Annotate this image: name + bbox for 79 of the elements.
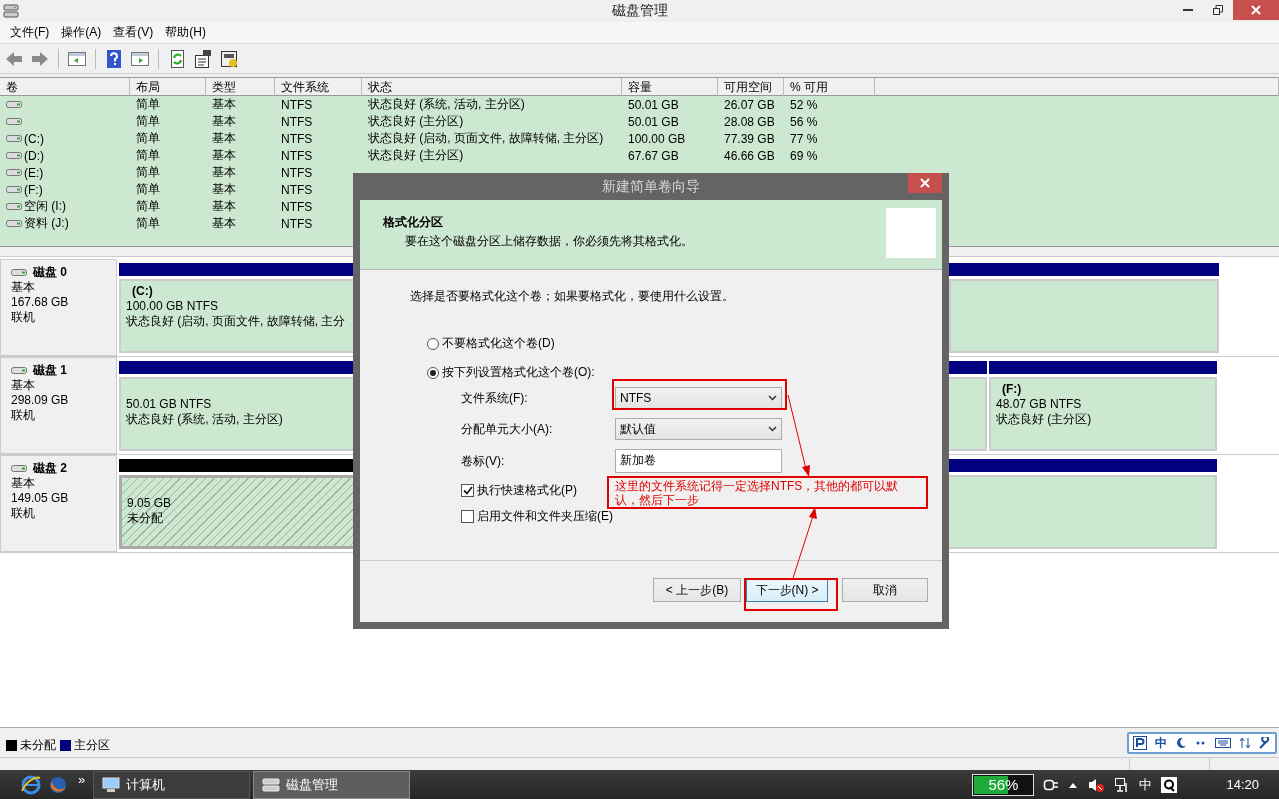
disk-size: 149.05 GB <box>11 491 70 506</box>
table-cell-text: 简单 <box>135 215 161 232</box>
table-cell-text: 69 % <box>789 148 819 163</box>
partition-label: (C:) <box>131 284 153 299</box>
table-cell-text: NTFS <box>280 97 314 112</box>
table-cell-text: 状态良好 (主分区) <box>367 147 465 164</box>
annotation-note: 这里的文件系统记得一定选择NTFS，其他的都可以默认，然后下一步 <box>607 476 928 509</box>
table-cell-text: 简单 <box>135 147 161 164</box>
volume-name: (F:) <box>24 182 43 197</box>
table-cell-text: 28.08 GB <box>723 114 776 129</box>
field-label: 文件系统(F): <box>461 389 529 407</box>
table-cell-text: 56 % <box>789 114 819 129</box>
legend-label: 未分配 <box>20 737 56 754</box>
disk-name: 磁盘 2 <box>33 461 67 476</box>
table-cell-text: NTFS <box>280 165 314 180</box>
table-cell-text: 基本 <box>211 215 237 232</box>
table-cell-text: 基本 <box>211 164 237 181</box>
dialog-heading: 格式化分区 <box>383 214 444 231</box>
partition-status: 未分配 <box>127 511 163 526</box>
partition-status: 状态良好 (系统, 活动, 主分区) <box>126 412 283 427</box>
table-cell-text: 状态良好 (系统, 活动, 主分区) <box>367 96 526 113</box>
volume-name: (D:) <box>24 148 44 163</box>
table-cell-text: 50.01 GB <box>627 97 680 112</box>
table-cell-text: NTFS <box>280 148 314 163</box>
partition-label: (F:) <box>1001 382 1022 397</box>
volume-name: (E:) <box>24 165 44 180</box>
disk-type: 基本 <box>11 280 36 295</box>
field-label: 分配单元大小(A): <box>461 420 554 438</box>
table-cell-text: 简单 <box>135 164 161 181</box>
volume-name: 空闲 (I:) <box>24 198 66 215</box>
table-cell-text: 基本 <box>211 198 237 215</box>
partition-status: 状态良好 (启动, 页面文件, 故障转储, 主分 <box>126 314 346 329</box>
disk-size: 298.09 GB <box>11 393 70 408</box>
volume-name: 资料 (J:) <box>24 215 69 232</box>
table-cell-text: 状态良好 (启动, 页面文件, 故障转储, 主分区) <box>367 130 605 147</box>
prompt-text: 选择是否要格式化这个卷；如果要格式化，要使用什么设置。 <box>410 288 735 305</box>
dialog-subheading: 要在这个磁盘分区上储存数据，你必须先将其格式化。 <box>404 233 694 250</box>
disk-size: 167.68 GB <box>11 295 70 310</box>
table-cell-text: 基本 <box>211 113 237 130</box>
table-cell-text: NTFS <box>280 216 314 231</box>
table-cell-text: NTFS <box>280 182 314 197</box>
table-cell-text: 67.67 GB <box>627 148 680 163</box>
legend-label: 主分区 <box>74 737 110 754</box>
disk-state: 联机 <box>11 408 36 423</box>
table-cell-text: 简单 <box>135 113 161 130</box>
volume-name: (C:) <box>24 131 44 146</box>
table-cell-text: 基本 <box>211 130 237 147</box>
disk-type: 基本 <box>11 476 36 491</box>
table-cell-text: 26.07 GB <box>723 97 776 112</box>
table-cell-text: 简单 <box>135 130 161 147</box>
table-cell-text: 50.01 GB <box>627 114 680 129</box>
window-title: 磁盘管理 <box>611 2 668 18</box>
table-cell-text: 简单 <box>135 181 161 198</box>
table-cell-text: 46.66 GB <box>723 148 776 163</box>
table-cell-text: 基本 <box>211 181 237 198</box>
partition-size: 48.07 GB NTFS <box>996 397 1082 412</box>
partition-size: 9.05 GB <box>127 496 172 511</box>
partition-size: 100.00 GB NTFS <box>126 299 219 314</box>
table-cell-text: NTFS <box>280 131 314 146</box>
disk-name: 磁盘 0 <box>33 265 67 280</box>
table-cell-text: 77 % <box>789 131 819 146</box>
table-cell-text: 100.00 GB <box>627 131 687 146</box>
table-cell-text: NTFS <box>280 199 314 214</box>
dialog-title: 新建简单卷向导 <box>602 177 700 194</box>
disk-state: 联机 <box>11 506 36 521</box>
table-cell-text: 简单 <box>135 198 161 215</box>
table-cell-text: NTFS <box>280 114 314 129</box>
partition-status: 状态良好 (主分区) <box>996 412 1092 427</box>
table-cell-text: 基本 <box>211 96 237 113</box>
disk-name: 磁盘 1 <box>33 363 67 378</box>
table-cell-text: 52 % <box>789 97 819 112</box>
partition-size: 50.01 GB NTFS <box>126 397 212 412</box>
disk-state: 联机 <box>11 310 36 325</box>
disk-type: 基本 <box>11 378 36 393</box>
field-label: 卷标(V): <box>461 452 506 470</box>
table-cell-text: 77.39 GB <box>723 131 776 146</box>
table-cell-text: 状态良好 (主分区) <box>367 113 465 130</box>
table-cell-text: 简单 <box>135 96 161 113</box>
table-cell-text: 基本 <box>211 147 237 164</box>
